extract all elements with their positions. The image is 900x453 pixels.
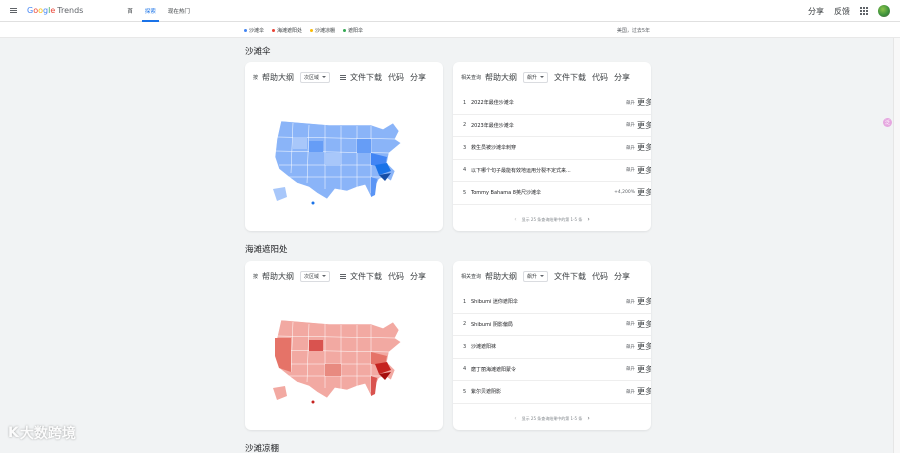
query-row[interactable]: 2 Shibumi 阴影偏局 飙升 更多 bbox=[453, 314, 651, 336]
query-row[interactable]: 5 Tommy Bahama 8英尺沙滩伞 +4,200% 更多 bbox=[453, 182, 651, 205]
help-button[interactable]: 帮助大纲 bbox=[485, 72, 517, 83]
share-card-button[interactable]: 分享 bbox=[614, 72, 630, 83]
us-choropleth-map-red[interactable] bbox=[267, 316, 417, 406]
download-button[interactable]: 文件下载 bbox=[350, 72, 382, 83]
caret-down-icon bbox=[540, 76, 545, 78]
download-button[interactable]: 文件下载 bbox=[554, 72, 586, 83]
more-options-button[interactable]: 更多 bbox=[637, 364, 651, 375]
related-queries-label: 相关查询 bbox=[461, 74, 482, 81]
main-nav: 首 探索 现在热门 bbox=[121, 0, 196, 22]
watermark-logo-icon: K bbox=[8, 425, 19, 441]
help-button[interactable]: 帮助大纲 bbox=[262, 271, 294, 282]
query-row[interactable]: 3 救生员被沙滩伞刺穿 飙升 更多 bbox=[453, 137, 651, 160]
list-view-icon[interactable] bbox=[340, 273, 347, 279]
watermark: K 大数跨境 bbox=[8, 425, 76, 442]
query-row[interactable]: 2 2023年最佳沙滩伞 飙升 更多 bbox=[453, 115, 651, 137]
next-page-icon[interactable]: › bbox=[587, 415, 589, 422]
share-card-button[interactable]: 分享 bbox=[410, 271, 426, 282]
more-options-button[interactable]: 更多 bbox=[637, 120, 651, 131]
query-row[interactable]: 1 2022年最佳沙滩伞 飙升 更多 bbox=[453, 92, 651, 115]
feedback-button[interactable]: 反馈 bbox=[834, 6, 850, 17]
top-app-bar: Google Trends 首 探索 现在热门 分享 反馈 bbox=[0, 0, 900, 22]
next-page-icon[interactable]: › bbox=[587, 216, 589, 223]
top-right-actions: 分享 反馈 bbox=[808, 0, 890, 22]
list-view-icon[interactable] bbox=[340, 74, 347, 80]
series-dot-icon bbox=[244, 28, 247, 32]
rising-top-dropdown[interactable]: 飙升 bbox=[523, 270, 549, 282]
section-title: 海滩遮阳处 bbox=[245, 245, 288, 255]
prev-page-icon[interactable]: ‹ bbox=[514, 216, 516, 223]
legend-item[interactable]: 沙滩伞 bbox=[244, 27, 264, 34]
more-options-button[interactable]: 更多 bbox=[637, 97, 651, 108]
query-row[interactable]: 4 磨丁丽海滩遮阳蒙令 飙升 更多 bbox=[453, 359, 651, 381]
rising-top-dropdown[interactable]: 飙升 bbox=[523, 71, 549, 83]
series-dot-icon bbox=[272, 28, 276, 32]
comparison-legend-bar: 沙滩伞 海滩遮阳处 沙滩凉棚 遮阳伞 美国，过去5年 bbox=[0, 22, 900, 38]
more-options-button[interactable]: 更多 bbox=[637, 142, 651, 153]
related-queries-card: 相关查询 帮助大纲 飙升 文件下载 代码 分享 1 2022年最佳沙滩伞 飙升 更多 … bbox=[453, 62, 651, 231]
by-label: 按 bbox=[253, 74, 259, 81]
interest-by-subregion-card: 按 帮助大纲 次区域 文件下载 代码 分享 bbox=[245, 261, 443, 430]
embed-code-button[interactable]: 代码 bbox=[388, 271, 404, 282]
apps-grid-icon[interactable] bbox=[860, 7, 868, 15]
embed-code-button[interactable]: 代码 bbox=[592, 72, 608, 83]
query-row[interactable]: 4 以下哪个句子最能有效地运用分裂不定式来... 飙升 更多 bbox=[453, 160, 651, 182]
share-card-button[interactable]: 分享 bbox=[614, 271, 630, 282]
series-dot-icon bbox=[310, 28, 314, 32]
query-row[interactable]: 3 沙滩遮阳袜 飙升 更多 bbox=[453, 336, 651, 359]
pagination: ‹ 显示 25 条查询结果中的第 1-5 条 › bbox=[514, 216, 590, 223]
share-button[interactable]: 分享 bbox=[808, 6, 824, 17]
interest-by-subregion-card: 按 帮助大纲 次区域 文件下载 代码 分享 bbox=[245, 62, 443, 231]
floating-extension-icon[interactable]: 泛 bbox=[883, 118, 892, 127]
related-queries-label: 相关查询 bbox=[461, 273, 482, 280]
us-choropleth-map-blue[interactable] bbox=[267, 117, 417, 207]
region-time-filter[interactable]: 美国，过去5年 bbox=[617, 22, 650, 38]
resolution-dropdown[interactable]: 次区域 bbox=[300, 270, 331, 282]
nav-explore[interactable]: 探索 bbox=[139, 0, 162, 22]
legend-item[interactable]: 沙滩凉棚 bbox=[310, 27, 335, 34]
download-button[interactable]: 文件下载 bbox=[554, 271, 586, 282]
hamburger-menu-icon[interactable] bbox=[2, 0, 24, 22]
main-content: 沙滩伞 按 帮助大纲 次区域 文件下载 代码 分享 相关查询 帮助大纲 飙升 文… bbox=[0, 38, 893, 453]
legend-item[interactable]: 海滩遮阳处 bbox=[272, 27, 302, 34]
nav-trending-now[interactable]: 现在热门 bbox=[162, 0, 196, 22]
page-scrollbar[interactable] bbox=[893, 38, 900, 453]
more-options-button[interactable]: 更多 bbox=[637, 386, 651, 397]
more-options-button[interactable]: 更多 bbox=[637, 341, 651, 352]
avatar[interactable] bbox=[878, 5, 890, 17]
share-card-button[interactable]: 分享 bbox=[410, 72, 426, 83]
resolution-dropdown[interactable]: 次区域 bbox=[300, 71, 331, 83]
more-options-button[interactable]: 更多 bbox=[637, 319, 651, 330]
query-row[interactable]: 1 Shibumi 迷你遮阳伞 飙升 更多 bbox=[453, 291, 651, 314]
nav-home[interactable]: 首 bbox=[121, 0, 139, 22]
section-title: 沙滩凉棚 bbox=[245, 444, 280, 453]
prev-page-icon[interactable]: ‹ bbox=[514, 415, 516, 422]
google-trends-logo[interactable]: Google Trends bbox=[27, 6, 83, 15]
help-button[interactable]: 帮助大纲 bbox=[485, 271, 517, 282]
pagination: ‹ 显示 25 条查询结果中的第 1-5 条 › bbox=[514, 415, 590, 422]
more-options-button[interactable]: 更多 bbox=[637, 296, 651, 307]
related-queries-card: 相关查询 帮助大纲 飙升 文件下载 代码 分享 1 Shibumi 迷你遮阳伞 飙升… bbox=[453, 261, 651, 430]
more-options-button[interactable]: 更多 bbox=[637, 187, 651, 198]
caret-down-icon bbox=[322, 76, 327, 78]
by-label: 按 bbox=[253, 273, 259, 280]
more-options-button[interactable]: 更多 bbox=[637, 165, 651, 176]
section-title: 沙滩伞 bbox=[245, 47, 271, 57]
caret-down-icon bbox=[322, 275, 327, 277]
embed-code-button[interactable]: 代码 bbox=[388, 72, 404, 83]
embed-code-button[interactable]: 代码 bbox=[592, 271, 608, 282]
download-button[interactable]: 文件下载 bbox=[350, 271, 382, 282]
legend-item[interactable]: 遮阳伞 bbox=[343, 27, 363, 34]
caret-down-icon bbox=[540, 275, 545, 277]
help-button[interactable]: 帮助大纲 bbox=[262, 72, 294, 83]
series-dot-icon bbox=[343, 28, 347, 32]
query-row[interactable]: 5 紫尔贝遮阴影 飙升 更多 bbox=[453, 381, 651, 404]
